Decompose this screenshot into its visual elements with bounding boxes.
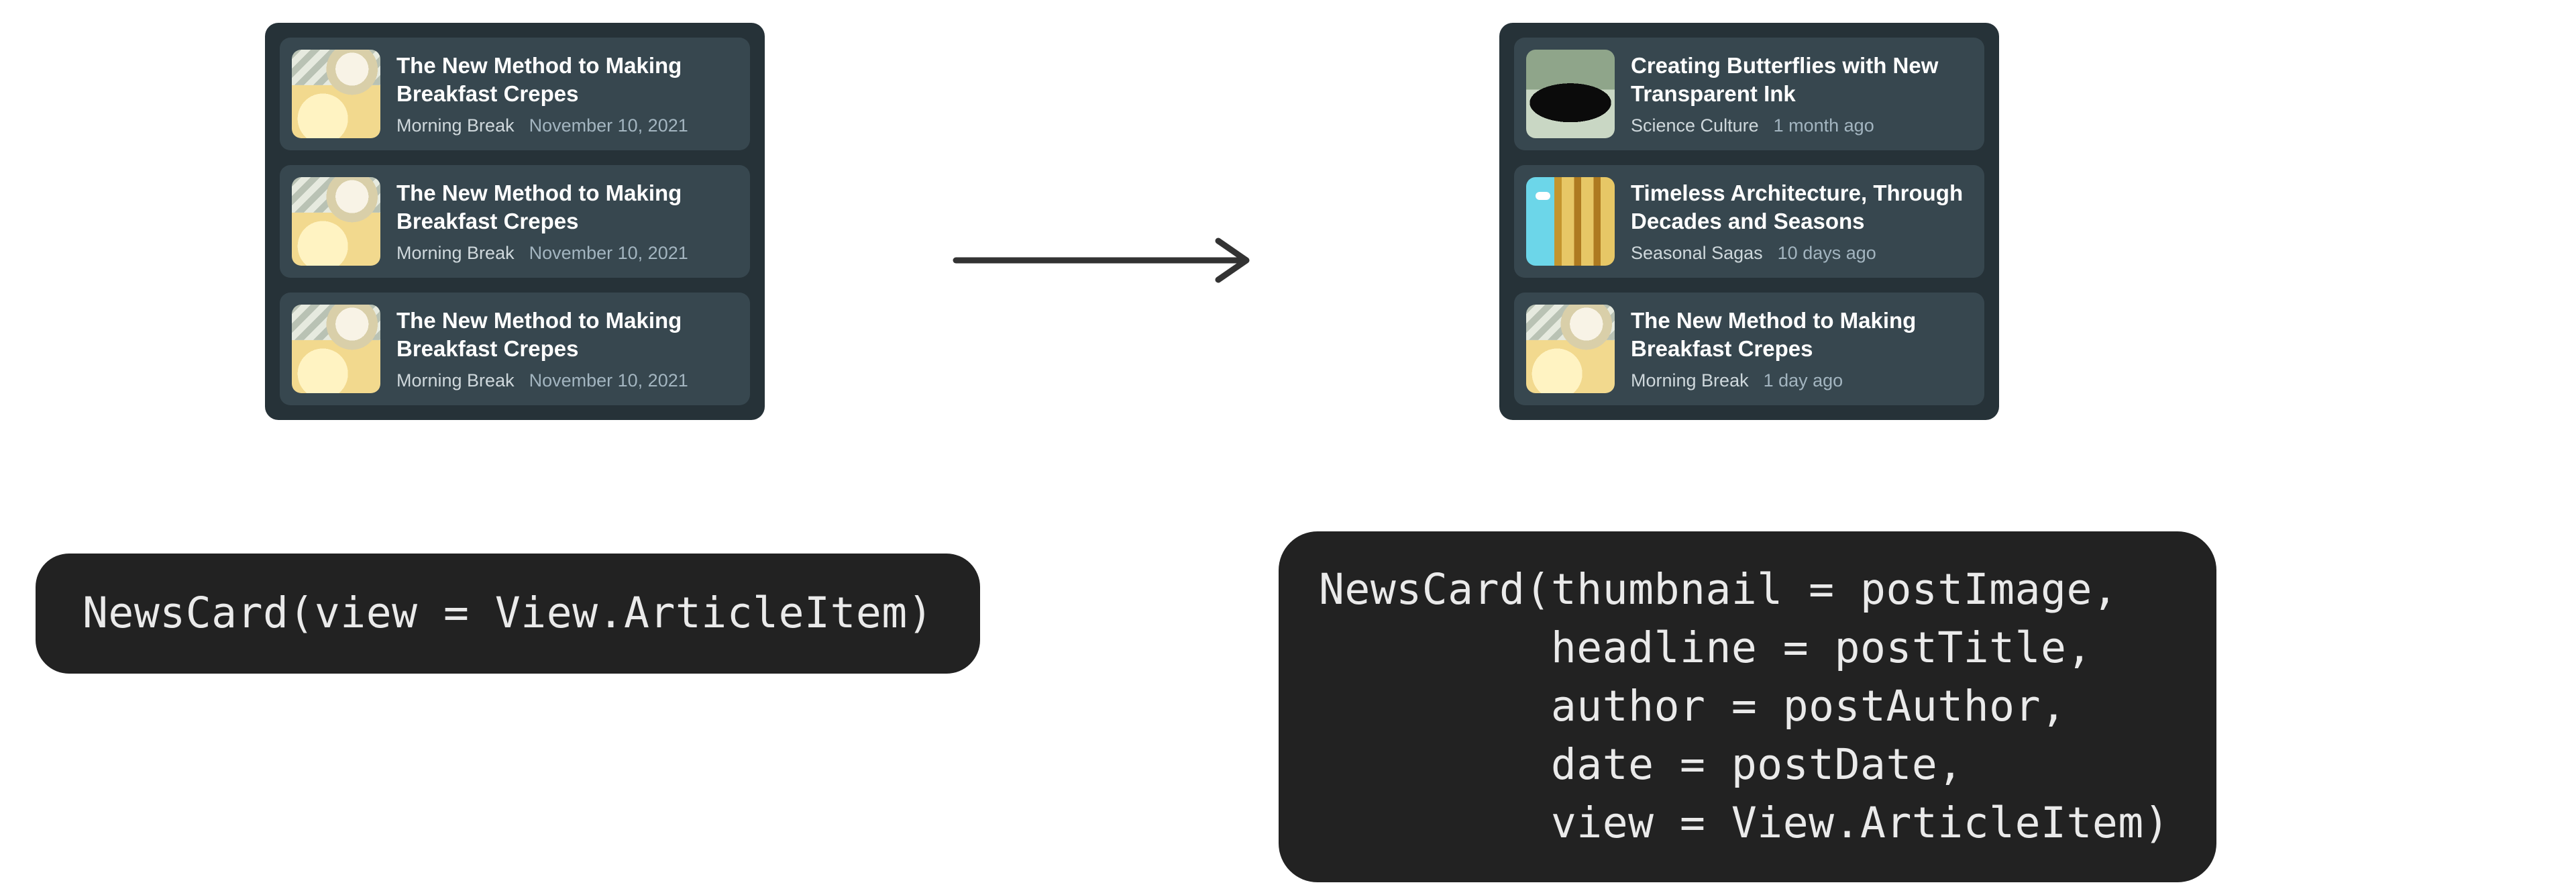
news-card-text: The New Method to Making Breakfast Crepe… bbox=[396, 179, 735, 264]
news-meta: Morning Break November 10, 2021 bbox=[396, 370, 735, 391]
diagram-canvas: The New Method to Making Breakfast Crepe… bbox=[0, 0, 2576, 891]
thumbnail-icon bbox=[292, 177, 380, 266]
news-meta: Science Culture 1 month ago bbox=[1631, 115, 1970, 136]
news-date: November 10, 2021 bbox=[529, 370, 688, 391]
thumbnail-icon bbox=[1526, 177, 1615, 266]
news-card: Creating Butterflies with New Transparen… bbox=[1514, 38, 1984, 150]
news-card-text: The New Method to Making Breakfast Crepe… bbox=[396, 52, 735, 136]
news-meta: Morning Break 1 day ago bbox=[1631, 370, 1970, 391]
code-snippet-left: NewsCard(view = View.ArticleItem) bbox=[36, 554, 980, 674]
news-meta: Seasonal Sagas 10 days ago bbox=[1631, 243, 1970, 264]
thumbnail-icon bbox=[292, 305, 380, 393]
thumbnail-icon bbox=[1526, 305, 1615, 393]
news-card-text: The New Method to Making Breakfast Crepe… bbox=[1631, 307, 1970, 391]
news-date: 1 day ago bbox=[1764, 370, 1843, 391]
news-meta: Morning Break November 10, 2021 bbox=[396, 243, 735, 264]
news-author: Morning Break bbox=[1631, 370, 1749, 391]
news-card: The New Method to Making Breakfast Crepe… bbox=[1514, 293, 1984, 405]
news-author: Morning Break bbox=[396, 115, 515, 136]
news-card: Timeless Architecture, Through Decades a… bbox=[1514, 165, 1984, 278]
news-date: November 10, 2021 bbox=[529, 115, 688, 136]
news-card-text: The New Method to Making Breakfast Crepe… bbox=[396, 307, 735, 391]
news-date: 10 days ago bbox=[1778, 243, 1876, 264]
news-panel-left: The New Method to Making Breakfast Crepe… bbox=[265, 23, 765, 420]
code-snippet-right: NewsCard(thumbnail = postImage, headline… bbox=[1279, 531, 2216, 882]
news-panel-right: Creating Butterflies with New Transparen… bbox=[1499, 23, 1999, 420]
news-author: Science Culture bbox=[1631, 115, 1759, 136]
thumbnail-icon bbox=[292, 50, 380, 138]
news-date: November 10, 2021 bbox=[529, 243, 688, 264]
thumbnail-icon bbox=[1526, 50, 1615, 138]
news-title: The New Method to Making Breakfast Crepe… bbox=[396, 179, 735, 235]
news-title: Timeless Architecture, Through Decades a… bbox=[1631, 179, 1970, 235]
news-card-text: Timeless Architecture, Through Decades a… bbox=[1631, 179, 1970, 264]
arrow-icon bbox=[953, 237, 1268, 284]
news-title: The New Method to Making Breakfast Crepe… bbox=[396, 307, 735, 362]
news-card: The New Method to Making Breakfast Crepe… bbox=[280, 293, 750, 405]
news-card: The New Method to Making Breakfast Crepe… bbox=[280, 38, 750, 150]
news-title: The New Method to Making Breakfast Crepe… bbox=[396, 52, 735, 107]
news-title: The New Method to Making Breakfast Crepe… bbox=[1631, 307, 1970, 362]
news-date: 1 month ago bbox=[1774, 115, 1874, 136]
news-title: Creating Butterflies with New Transparen… bbox=[1631, 52, 1970, 107]
news-card: The New Method to Making Breakfast Crepe… bbox=[280, 165, 750, 278]
news-meta: Morning Break November 10, 2021 bbox=[396, 115, 735, 136]
news-card-text: Creating Butterflies with New Transparen… bbox=[1631, 52, 1970, 136]
news-author: Morning Break bbox=[396, 243, 515, 264]
news-author: Seasonal Sagas bbox=[1631, 243, 1763, 264]
news-author: Morning Break bbox=[396, 370, 515, 391]
